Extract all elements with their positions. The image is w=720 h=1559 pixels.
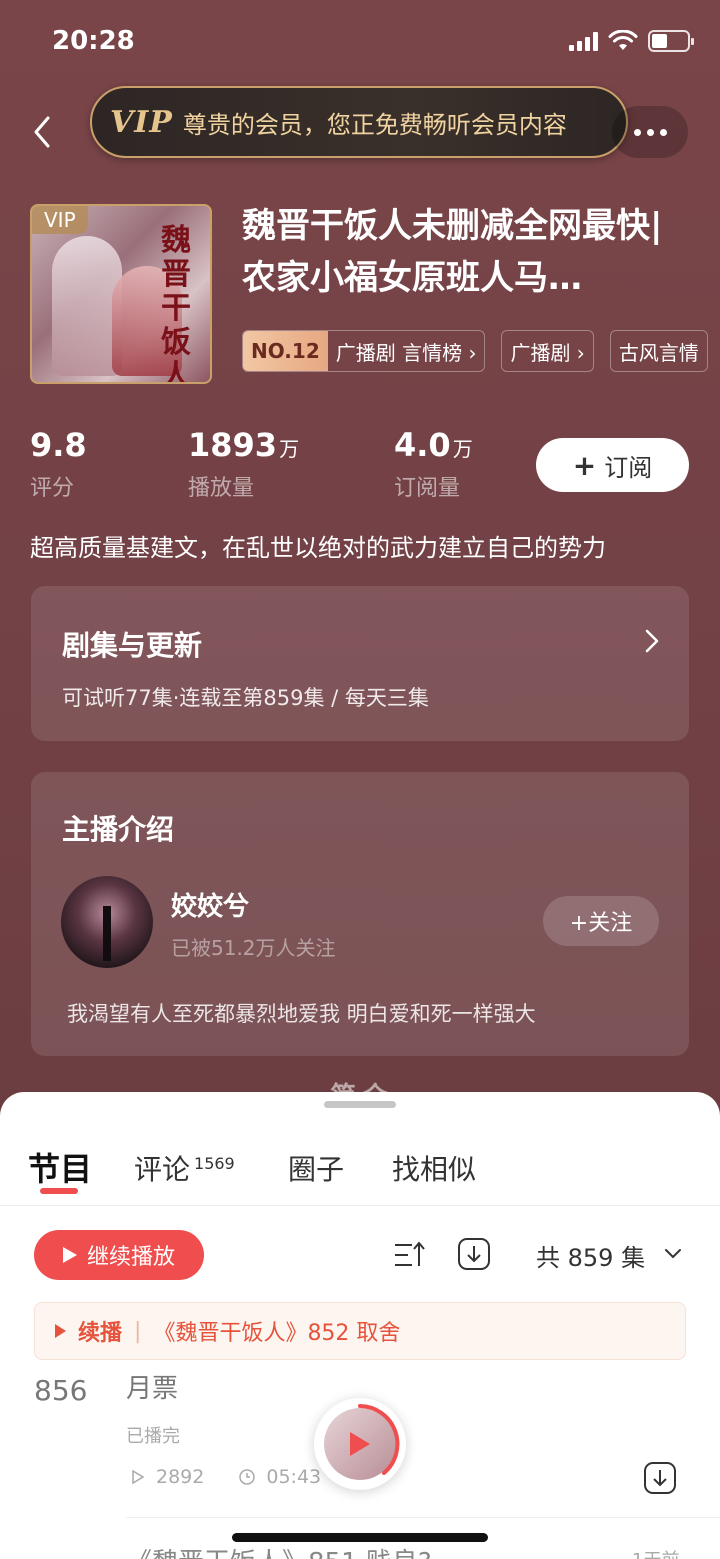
episode-title[interactable]: 月票 [126, 1368, 178, 1405]
episode-status: 已播完 [126, 1426, 180, 1447]
play-icon [55, 1324, 66, 1338]
continue-play-button[interactable]: 继续播放 [34, 1230, 204, 1280]
drag-handle[interactable] [324, 1101, 396, 1108]
resume-label: 续播 [78, 1321, 123, 1346]
book-description: 超高质量基建文，在乱世以绝对的武力建立自己的势力 [30, 534, 606, 562]
episode-plays: 2892 [130, 1466, 204, 1488]
plays-label: 播放量 [188, 476, 255, 501]
comment-count: 1569 [194, 1153, 235, 1173]
rating-label: 评分 [30, 476, 75, 501]
host-name[interactable]: 姣姣兮 [171, 886, 249, 923]
book-title: 魏晋干饭人未删减全网最快|农家小福女原班人马… [242, 206, 663, 298]
category-tag[interactable]: 广播剧 › [501, 330, 594, 372]
home-indicator [232, 1533, 488, 1542]
rank-tag[interactable]: NO.12 广播剧 言情榜 › [242, 330, 486, 372]
subscribe-button[interactable]: + 订阅 [536, 438, 689, 492]
rank-label: 广播剧 言情榜 › [335, 340, 477, 365]
more-options-button[interactable] [612, 106, 688, 158]
subscriptions-value: 4.0 万 [394, 426, 473, 464]
plays-value: 1893 万 [188, 426, 300, 464]
host-card: 主播介绍 姣姣兮 已被51.2万人关注 +关注 我渴望有人至死都暴烈地爱我 明白… [31, 772, 689, 1056]
divider [126, 1517, 720, 1518]
plus-icon: + [572, 448, 597, 482]
tab-active-indicator [40, 1188, 78, 1194]
rating-stat: 9.8 评分 [30, 426, 87, 502]
resume-bar[interactable]: 续播 | 《魏晋干饭人》852 取舍 [34, 1302, 686, 1360]
episode-number: 856 [34, 1374, 88, 1407]
resume-episode: 《魏晋干饭人》852 取舍 [153, 1321, 401, 1346]
subscriptions-label: 订阅量 [394, 476, 461, 501]
vip-banner[interactable]: VIP 尊贵的会员，您正免费畅听会员内容 [90, 86, 628, 158]
plays-stat: 1893 万 播放量 [188, 426, 299, 502]
follow-button[interactable]: +关注 [543, 896, 659, 946]
next-episode-title[interactable]: 《魏晋干饭人》851 贱良? [126, 1542, 432, 1559]
play-icon [350, 1432, 370, 1456]
continue-play-label: 继续播放 [86, 1245, 175, 1270]
battery-icon [648, 30, 694, 52]
chevron-down-icon[interactable] [664, 1247, 682, 1261]
vip-badge: VIP [32, 206, 88, 234]
host-avatar[interactable] [61, 876, 153, 968]
sort-icon[interactable] [392, 1238, 426, 1272]
rank-number: NO.12 [243, 331, 328, 371]
status-time: 20:28 [52, 26, 135, 56]
subscriptions-stat: 4.0 万 订阅量 [394, 426, 473, 502]
tab-comments[interactable]: 评论 1569 [134, 1148, 235, 1188]
chevron-right-icon [645, 629, 659, 653]
play-icon [62, 1247, 77, 1263]
clock-icon [239, 1469, 256, 1485]
host-bio: 我渴望有人至死都暴烈地爱我 明白爱和死一样强大 [67, 1002, 536, 1026]
tab-similar[interactable]: 找相似 [392, 1148, 476, 1188]
resume-separator: | [134, 1318, 142, 1344]
download-icon[interactable] [456, 1236, 492, 1272]
episode-duration: 05:43 [238, 1466, 321, 1488]
next-episode-time: 1天前 [632, 1546, 679, 1559]
wifi-icon [608, 30, 638, 50]
divider [0, 1205, 720, 1206]
status-bar: 20:28 [0, 0, 720, 86]
cover-calligraphy: 魏晋干饭人 [161, 223, 191, 384]
host-card-title: 主播介绍 [62, 813, 175, 846]
play-count-icon [132, 1469, 145, 1485]
book-cover[interactable]: 魏晋干饭人 VIP [30, 204, 212, 384]
tag-row: NO.12 广播剧 言情榜 › 广播剧 › 古风言情 [242, 330, 708, 372]
back-icon[interactable] [24, 110, 64, 154]
episodes-card-subtitle: 可试听77集·连载至第859集 / 每天三集 [62, 686, 429, 710]
episodes-card[interactable]: 剧集与更新 可试听77集·连载至第859集 / 每天三集 [31, 586, 689, 741]
host-followers: 已被51.2万人关注 [171, 936, 336, 960]
status-icons [569, 30, 694, 52]
subscribe-label: 订阅 [604, 453, 653, 482]
vip-logo: VIP [110, 104, 173, 140]
episode-download-icon[interactable] [642, 1460, 678, 1496]
rating-value: 9.8 [30, 426, 87, 464]
vip-banner-text: 尊贵的会员，您正免费畅听会员内容 [182, 110, 567, 139]
episode-total[interactable]: 共 859 集 [536, 1238, 645, 1273]
genre-tag[interactable]: 古风言情 [609, 330, 708, 372]
tab-circle[interactable]: 圈子 [288, 1148, 344, 1188]
cellular-signal-icon [569, 31, 598, 51]
tab-programs[interactable]: 节目 [28, 1144, 92, 1190]
episodes-card-title: 剧集与更新 [62, 629, 203, 662]
mini-player[interactable] [314, 1398, 406, 1490]
